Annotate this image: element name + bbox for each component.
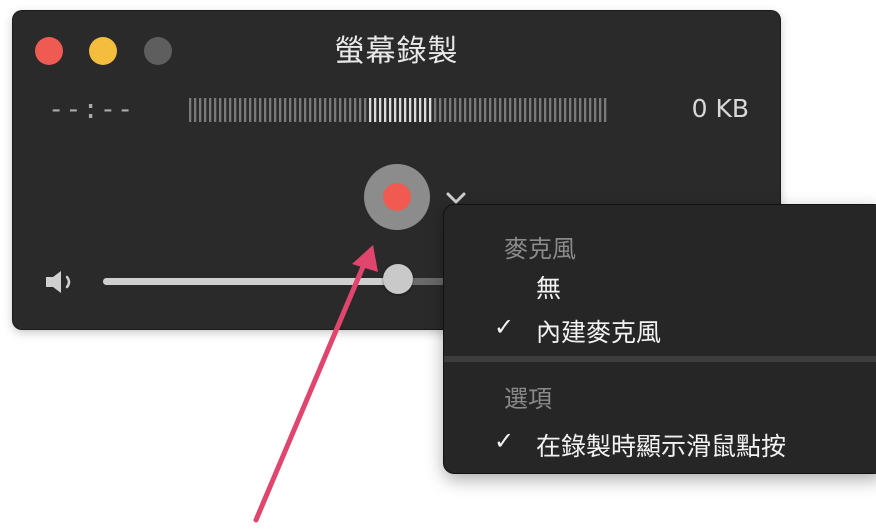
checkmark-icon: ✓ xyxy=(494,313,515,341)
microphone-section-title: 麥克風 xyxy=(504,235,576,263)
menu-item-label: 在錄製時顯示滑鼠點按 xyxy=(536,432,787,461)
menu-item-show-mouse-clicks[interactable]: ✓ 在錄製時顯示滑鼠點按 xyxy=(444,421,876,461)
volume-slider-fill xyxy=(103,278,399,285)
speaker-icon xyxy=(46,271,71,293)
window-title: 螢幕錄製 xyxy=(334,34,459,69)
chevron-down-icon[interactable] xyxy=(445,191,467,205)
menu-separator xyxy=(444,356,876,362)
audio-level-meter xyxy=(189,98,607,122)
menu-item-label: 內建麥克風 xyxy=(536,318,662,347)
checkmark-icon: ✓ xyxy=(494,427,515,455)
recording-options-menu: 麥克風 無 ✓ 內建麥克風 選項 ✓ 在錄製時顯示滑鼠點按 xyxy=(444,205,876,473)
menu-item-label: 無 xyxy=(536,274,562,303)
record-button[interactable] xyxy=(364,164,430,230)
options-section-title: 選項 xyxy=(504,385,552,413)
menu-item-no-microphone[interactable]: 無 xyxy=(444,263,876,303)
record-icon xyxy=(383,183,411,211)
file-size: 0 KB xyxy=(691,94,749,123)
recording-timer: --:-- xyxy=(48,94,135,125)
menu-item-built-in-microphone[interactable]: ✓ 內建麥克風 xyxy=(444,307,876,347)
volume-slider-knob[interactable] xyxy=(383,264,414,294)
